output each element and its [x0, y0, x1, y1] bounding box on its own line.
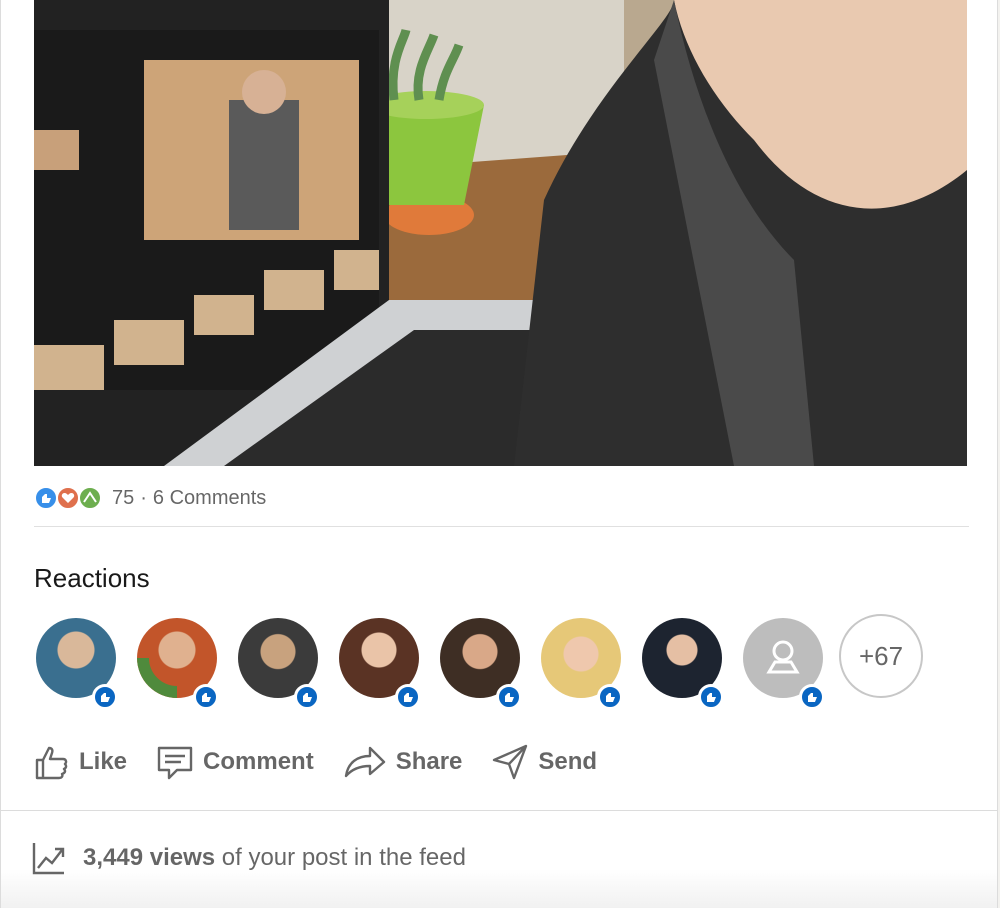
send-icon [493, 744, 528, 780]
like-badge-icon [698, 684, 724, 710]
reaction-count[interactable]: 75 [112, 487, 134, 509]
like-badge-icon [92, 684, 118, 710]
share-label: Share [395, 748, 463, 775]
like-label: Like [79, 748, 128, 775]
share-arrow-icon [344, 746, 385, 778]
like-badge-icon [395, 684, 421, 710]
comment-button[interactable]: Comment [155, 742, 314, 782]
reactions-title: Reactions [34, 563, 150, 593]
separator: · [140, 486, 147, 509]
like-badge-icon [799, 684, 825, 710]
social-counts-text[interactable]: 75 · 6 Comments [112, 487, 266, 510]
divider [34, 526, 969, 527]
send-button[interactable]: Send [490, 742, 597, 782]
share-button[interactable]: Share [342, 742, 463, 782]
like-badge-icon [294, 684, 320, 710]
like-button[interactable]: Like [31, 742, 127, 782]
thumbs-up-icon [35, 746, 68, 780]
post-card: 75 · 6 Comments Reactions +67 Like Comme… [0, 0, 998, 908]
post-image-illustration [34, 0, 967, 466]
trend-chart-icon [32, 843, 65, 875]
comment-label: Comment [203, 748, 314, 775]
comments-count[interactable]: 6 Comments [153, 487, 266, 509]
post-analytics[interactable]: 3,449 views of your post in the feed [1, 811, 997, 908]
views-suffix: of your post in the feed [215, 844, 466, 871]
post-actions: Like Comment Share Send [31, 738, 625, 786]
more-reactions-button[interactable]: +67 [839, 614, 923, 698]
like-badge-icon [193, 684, 219, 710]
post-image[interactable] [34, 0, 967, 466]
views-count: 3,449 views [83, 844, 216, 871]
like-badge-icon [496, 684, 522, 710]
like-reaction-icon [34, 486, 58, 510]
comment-icon [157, 746, 193, 780]
views-summary[interactable]: 3,449 views of your post in the feed [31, 840, 466, 876]
love-reaction-icon [56, 486, 80, 510]
social-counts[interactable]: 75 · 6 Comments [34, 484, 266, 512]
send-label: Send [538, 748, 598, 775]
support-reaction-icon [78, 486, 102, 510]
like-badge-icon [597, 684, 623, 710]
